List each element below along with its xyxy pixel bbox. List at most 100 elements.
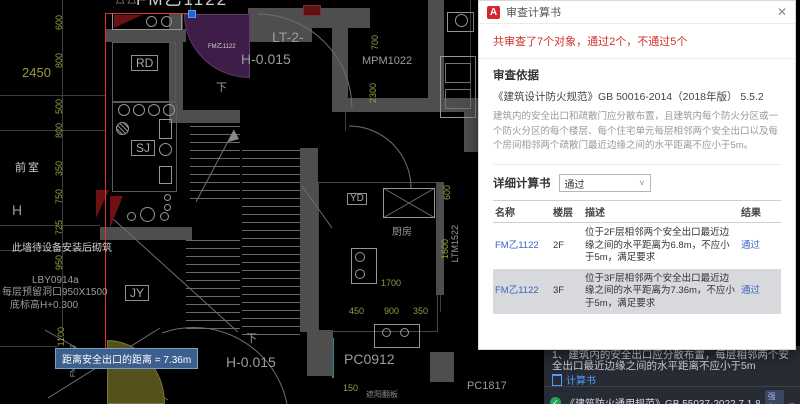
- selection-grip[interactable]: [188, 10, 196, 18]
- wall-segment: [430, 352, 454, 382]
- dim: 1100: [56, 327, 66, 347]
- label-level-2: H-0.015: [226, 354, 276, 370]
- object-name-link[interactable]: FM乙1122: [493, 269, 551, 315]
- basis-regulation: 《建筑设计防火规范》GB 50016-2014（2018年版） 5.5.2: [493, 91, 764, 103]
- wall-segment: [300, 148, 318, 332]
- hydrant-marker: [303, 5, 321, 16]
- dim: 600: [54, 15, 64, 31]
- description-cell: 位于3F层相邻两个安全出口最近边缘之间的水平距离为7.36m，不应小于5m，满足…: [585, 272, 735, 309]
- label-level-1: H-0.015: [241, 51, 291, 67]
- grid-line: [0, 346, 58, 347]
- distance-tooltip: 距离安全出口的距离 = 7.36m: [55, 348, 199, 369]
- dim: 800: [54, 53, 64, 69]
- results-table: 名称 楼层 描述 结果 FM乙1122 2F 位于2F层相邻两个安全出口最近边缘之间的水平…: [493, 200, 781, 315]
- filter-value: 通过: [564, 179, 585, 191]
- room-sj: SJ: [131, 140, 156, 156]
- review-basis-section: 审查依据 《建筑设计防火规范》GB 50016-2014（2018年版） 5.5…: [479, 59, 795, 166]
- label-lby0914a: LBY0914a: [32, 275, 79, 286]
- table-row[interactable]: FM乙1122 2F 位于2F层相邻两个安全出口最近边缘之间的水平距离为6.8m，不…: [493, 223, 781, 269]
- dim: 1700: [381, 278, 402, 288]
- results-table-head-row: 名称 楼层 描述 结果: [493, 200, 781, 224]
- label-door-mpm1022: MPM1022: [362, 55, 413, 67]
- room-yd: YD: [347, 193, 367, 205]
- basis-body: 建筑内的安全出口和疏散门应分散布置，且建筑内每个防火分区或一个防火分区的每个楼层…: [493, 111, 779, 152]
- dim: 2300: [368, 83, 378, 104]
- dim: 600: [442, 185, 452, 201]
- divider: [544, 386, 800, 387]
- calculation-report-link[interactable]: 计算书: [566, 372, 596, 387]
- dim: 350: [54, 161, 64, 177]
- chevron-down-icon[interactable]: ⌄: [788, 397, 796, 404]
- grid-line: [0, 225, 100, 226]
- object-name-link[interactable]: FM乙1122: [493, 223, 551, 269]
- dim: 150: [343, 383, 359, 393]
- result-link[interactable]: 通过: [739, 223, 781, 269]
- wall-segment: [307, 330, 333, 376]
- dim: 750: [54, 189, 64, 205]
- label-kitchen: 厨房: [392, 227, 412, 238]
- label-stair-down-2: 下: [246, 333, 257, 345]
- dialog-title: 审查计算书: [506, 7, 561, 19]
- chevron-down-icon: ˅: [639, 178, 645, 189]
- label-wall-note: 此墙待设备安装后砌筑: [12, 243, 112, 254]
- column-header: 楼层: [551, 200, 583, 224]
- label-stair-down-1: 下: [216, 82, 227, 94]
- dim: 350: [413, 306, 429, 316]
- cabinet-shelf: [445, 89, 471, 109]
- app-window: 距离安全出口的距离 = 7.36m FM乙1122 △ △ LT-2- H-0.015…: [0, 0, 800, 404]
- label-opening-note: 每层预留洞口950X1500: [2, 287, 108, 298]
- column-header: 名称: [493, 200, 551, 224]
- grid-line: [0, 95, 106, 96]
- label-pc1817: PC1817: [467, 380, 507, 392]
- dim: 800: [54, 123, 64, 139]
- stairs: [186, 240, 240, 334]
- grid-line: [0, 130, 106, 131]
- column-header: 结果: [739, 200, 781, 224]
- kitchen-sink: [374, 324, 420, 348]
- dim: 500: [54, 99, 64, 115]
- dim-2450: 2450: [22, 65, 51, 80]
- close-icon[interactable]: ✕: [777, 5, 787, 19]
- stairs: [242, 150, 300, 336]
- dialog-titlebar[interactable]: A 审查计算书 ✕: [479, 1, 795, 24]
- label-door-purple-tag: FM乙1122: [208, 44, 236, 50]
- document-icon: [552, 373, 562, 386]
- dim: 700: [370, 35, 380, 51]
- label-sunshade: 遮阳翻板: [366, 390, 398, 399]
- room-jy: JY: [125, 285, 150, 301]
- dim: 900: [384, 306, 400, 316]
- label-bottom-elevation: 底标高H+0.300: [10, 300, 79, 311]
- label-pc0912: PC0912: [344, 351, 395, 367]
- floor-cell: 3F: [553, 285, 565, 297]
- shaft-box: [383, 188, 435, 218]
- gas-burner: [355, 252, 365, 262]
- label-ltm1522: LTM1522: [450, 225, 460, 263]
- kitchen-sink-bowl: [382, 328, 391, 337]
- label-stair-lt2: LT-2-: [272, 29, 304, 45]
- check-icon: ✓: [550, 396, 561, 404]
- review-summary: 共审查了7个对象，通过2个，不通过5个: [479, 24, 795, 59]
- dim: 1600: [440, 239, 450, 260]
- result-filter-select[interactable]: 通过 ˅: [558, 174, 651, 193]
- label-front-room: 前室: [15, 162, 41, 174]
- basis-heading: 审查依据: [493, 70, 539, 82]
- mandatory-badge: 强条: [764, 390, 784, 404]
- description-cell: 位于2F层相邻两个安全出口最近边缘之间的水平距离为6.8m，不应小于5m，满足要…: [585, 227, 730, 264]
- dim: 450: [349, 306, 365, 316]
- code-check-status-panel: 1、建筑内的安全出口应分散布置，每层相邻两个安全出口最近边缘之间的水平距离不应小…: [544, 346, 800, 404]
- results-table-body: FM乙1122 2F 位于2F层相邻两个安全出口最近边缘之间的水平距离为6.8m，不…: [493, 223, 781, 315]
- result-link[interactable]: 通过: [739, 269, 781, 315]
- gas-burner: [355, 269, 365, 279]
- stairs: [190, 126, 240, 206]
- regulation-row[interactable]: ✓ 《建筑防火通用规范》GB 55037-2022 7.1.8 强条 ⌄: [550, 390, 796, 404]
- report-link-row[interactable]: 计算书: [552, 372, 596, 387]
- table-row[interactable]: FM乙1122 3F 位于3F层相邻两个安全出口最近边缘之间的水平距离为7.36m，…: [493, 268, 781, 315]
- rule-text: 1、建筑内的安全出口应分散布置，每层相邻两个安全出口最近边缘之间的水平距离不应小…: [552, 349, 789, 373]
- kitchen-sink-bowl: [400, 328, 409, 337]
- roof-marks: △ △: [116, 0, 136, 5]
- washer-drum: [455, 14, 468, 27]
- label-elevation-h: H: [12, 202, 23, 218]
- detail-report-label: 详细计算书: [493, 178, 551, 191]
- column-header: 描述: [583, 200, 739, 224]
- cabinet-shelf: [445, 63, 471, 83]
